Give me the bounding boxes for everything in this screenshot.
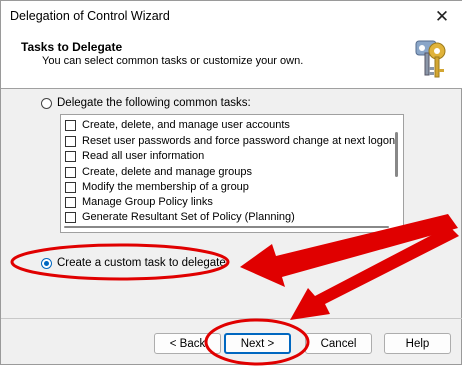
keys-icon bbox=[415, 40, 446, 78]
task-label: Modify the membership of a group bbox=[82, 181, 249, 193]
list-item[interactable]: Generate Resultant Set of Policy (Planni… bbox=[65, 211, 295, 223]
task-label: Read all user information bbox=[82, 150, 205, 162]
task-checkbox[interactable] bbox=[65, 135, 76, 147]
footer-divider bbox=[1, 318, 462, 319]
task-checkbox[interactable] bbox=[65, 181, 76, 193]
window-title: Delegation of Control Wizard bbox=[10, 9, 170, 23]
vertical-scroll-thumb[interactable] bbox=[395, 132, 398, 177]
create-custom-option[interactable]: Create a custom task to delegate bbox=[41, 257, 226, 269]
task-label: Reset user passwords and force password … bbox=[82, 135, 396, 147]
list-item[interactable]: Read all user information bbox=[65, 150, 204, 162]
list-item[interactable]: Reset user passwords and force password … bbox=[65, 135, 395, 147]
task-label: Generate Resultant Set of Policy (Planni… bbox=[82, 211, 295, 223]
back-button[interactable]: < Back bbox=[154, 333, 221, 354]
custom-task-radio[interactable] bbox=[41, 257, 52, 269]
task-checkbox[interactable] bbox=[65, 211, 76, 223]
page-title: Tasks to Delegate bbox=[21, 40, 123, 54]
wizard-header: Tasks to Delegate You can select common … bbox=[1, 33, 462, 89]
list-item[interactable]: Create, delete, and manage user accounts bbox=[65, 119, 290, 131]
list-item[interactable]: Create, delete and manage groups bbox=[65, 166, 252, 178]
custom-task-label: Create a custom task to delegate bbox=[57, 257, 226, 269]
task-label: Create, delete and manage groups bbox=[82, 166, 253, 178]
close-icon[interactable]: ✕ bbox=[422, 1, 462, 33]
task-checkbox[interactable] bbox=[65, 119, 76, 131]
common-tasks-radio[interactable] bbox=[41, 97, 52, 109]
task-label: Manage Group Policy links bbox=[82, 196, 213, 208]
horizontal-scrollbar[interactable] bbox=[64, 226, 389, 228]
list-item[interactable]: Manage Group Policy links bbox=[65, 196, 213, 208]
page-subtitle: You can select common tasks or customize… bbox=[42, 55, 304, 67]
cancel-button[interactable]: Cancel bbox=[305, 333, 372, 354]
list-item[interactable]: Modify the membership of a group bbox=[65, 181, 249, 193]
common-tasks-label: Delegate the following common tasks: bbox=[57, 97, 251, 109]
title-bar: Delegation of Control Wizard ✕ bbox=[1, 1, 462, 33]
delegate-common-option[interactable]: Delegate the following common tasks: bbox=[41, 97, 251, 109]
vertical-scrollbar[interactable] bbox=[391, 117, 401, 217]
help-button[interactable]: Help bbox=[384, 333, 451, 354]
next-button[interactable]: Next > bbox=[224, 333, 291, 354]
task-checkbox[interactable] bbox=[65, 196, 76, 208]
wizard-window: Delegation of Control Wizard ✕ Tasks to … bbox=[0, 0, 462, 365]
task-checkbox[interactable] bbox=[65, 150, 76, 162]
task-label: Create, delete, and manage user accounts bbox=[82, 119, 290, 131]
task-checkbox[interactable] bbox=[65, 166, 76, 178]
common-tasks-list[interactable]: Create, delete, and manage user accounts… bbox=[60, 114, 404, 233]
